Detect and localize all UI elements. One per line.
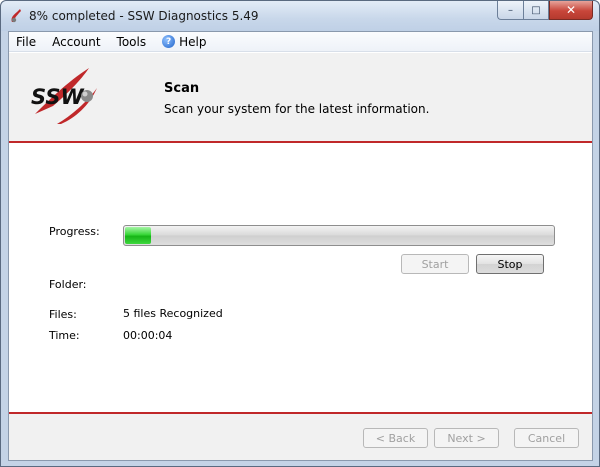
menu-account[interactable]: Account [52, 35, 100, 49]
progress-fill [125, 227, 151, 244]
page-header: SSW Scan Scan your system for the latest… [9, 53, 592, 141]
menu-bar: File Account Tools ? Help [9, 32, 592, 52]
page-subtitle: Scan your system for the latest informat… [164, 102, 430, 116]
app-window: 8% completed - SSW Diagnostics 5.49 – □ … [0, 0, 600, 467]
menu-file[interactable]: File [16, 35, 36, 49]
wizard-footer: < Back Next > Cancel [9, 414, 592, 460]
time-label: Time: [49, 329, 80, 342]
cancel-button[interactable]: Cancel [514, 428, 579, 448]
help-icon: ? [162, 35, 176, 48]
folder-label: Folder: [49, 278, 87, 291]
menu-help-label: Help [179, 34, 207, 49]
stop-button[interactable]: Stop [476, 254, 544, 274]
back-button[interactable]: < Back [363, 428, 428, 448]
menu-help[interactable]: ? Help [162, 35, 206, 49]
page-title: Scan [164, 81, 200, 96]
caption-buttons: – □ ✕ [497, 1, 593, 21]
files-value: 5 files Recognized [123, 307, 223, 320]
close-button[interactable]: ✕ [549, 1, 593, 20]
minimize-button[interactable]: – [497, 1, 523, 20]
next-button[interactable]: Next > [434, 428, 499, 448]
title-bar[interactable]: 8% completed - SSW Diagnostics 5.49 – □ … [1, 1, 599, 31]
menu-tools[interactable]: Tools [117, 35, 147, 49]
progress-bar [123, 225, 555, 246]
ssw-logo: SSW [31, 68, 97, 124]
files-label: Files: [49, 308, 77, 321]
maximize-button[interactable]: □ [523, 1, 549, 20]
start-button[interactable]: Start [401, 254, 469, 274]
svg-text:SSW: SSW [31, 85, 85, 109]
progress-label: Progress: [49, 225, 100, 238]
client-area: File Account Tools ? Help SSW Scan Scan … [8, 31, 593, 461]
ssw-app-icon [11, 9, 21, 23]
time-value: 00:00:04 [123, 329, 173, 342]
window-title: 8% completed - SSW Diagnostics 5.49 [29, 9, 259, 23]
header-divider [9, 141, 592, 143]
